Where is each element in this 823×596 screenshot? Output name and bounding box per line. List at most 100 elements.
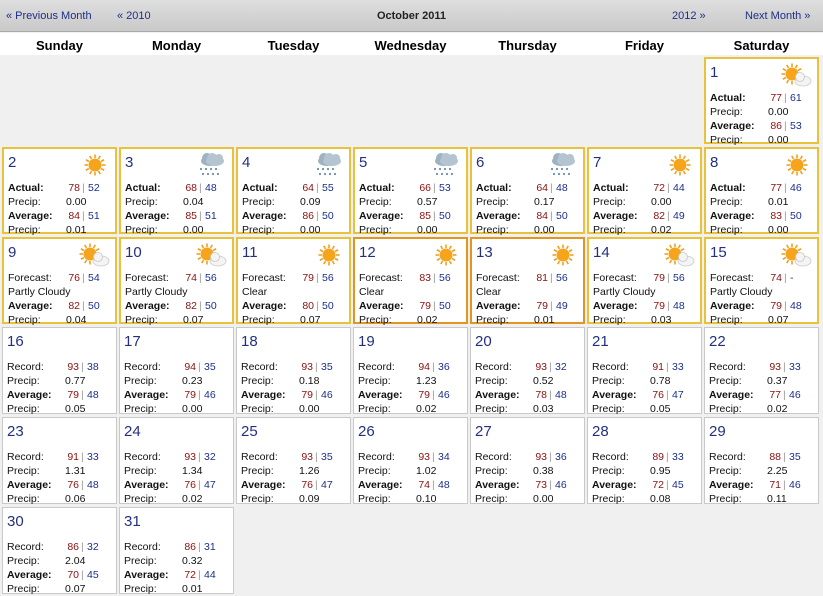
day-cell[interactable]: 30 Record: 86 | 32 Precip: 2.04 Average: 70 | 45 Pr… — [2, 507, 117, 595]
day-cell[interactable]: 12 Forecast: 83 | 56 Clear Average: 79 | 50 Precip… — [353, 237, 468, 326]
precip-value: 0.04 — [183, 196, 204, 208]
high-temp: 77 — [769, 389, 781, 401]
temp-separator: | — [82, 182, 85, 194]
weather-row: Average: 80 | 50 — [242, 300, 350, 313]
day-cell[interactable]: 4 Actual: 64 | 55 Precip: 0.09 Average: 86 | 50 Pre… — [236, 147, 351, 237]
day-cell[interactable]: 23 Record: 91 | 33 Precip: 1.31 Average: 76 | 48 Pr… — [2, 417, 117, 505]
row-label: Record: — [124, 541, 161, 553]
weather-row: Precip: 0.17 — [476, 196, 584, 209]
day-cell[interactable]: 21 Record: 91 | 33 Precip: 0.78 Average: 76 | 47 Pr… — [587, 327, 702, 415]
low-temp: 53 — [790, 120, 802, 132]
weather-row: Forecast: 74 | - — [710, 272, 818, 285]
low-temp: 36 — [438, 361, 450, 373]
next-year-link[interactable]: 2012 » — [672, 10, 706, 22]
precip-value: 0.06 — [65, 493, 86, 505]
weather-row: Actual: 78 | 52 — [8, 182, 116, 195]
weather-row: Forecast: 74 | 56 — [125, 272, 233, 285]
weather-row: Partly Cloudy — [125, 286, 233, 299]
weather-row: Precip: 0.00 — [242, 224, 350, 237]
precip-value: 2.25 — [767, 465, 788, 477]
day-cell[interactable]: 22 Record: 93 | 33 Precip: 0.37 Average: 77 | 46 Pr… — [704, 327, 819, 415]
precip-value: 0.02 — [417, 314, 438, 326]
temp-separator: | — [315, 361, 318, 373]
row-label: Precip: — [242, 196, 275, 208]
day-cell[interactable]: 2 Actual: 78 | 52 Precip: 0.00 Average: 84 | 51 Pre… — [2, 147, 117, 236]
day-cell[interactable]: 31 Record: 86 | 31 Precip: 0.32 Average: 72 | 44 Pr… — [119, 507, 234, 595]
high-temp: 74 — [770, 272, 782, 284]
row-label: Precip: — [592, 465, 625, 477]
weather-row: Average: 83 | 50 — [710, 210, 818, 223]
day-number: 6 — [476, 154, 485, 171]
precip-value: 0.03 — [533, 403, 554, 415]
weather-row: Record: 91 | 33 — [592, 361, 700, 374]
temp-separator: | — [81, 569, 84, 581]
weather-row: Record: 94 | 36 — [358, 361, 466, 374]
day-cell[interactable]: 7 Actual: 72 | 44 Precip: 0.00 Average: 82 | 49 Pre… — [587, 147, 702, 236]
day-number: 10 — [125, 244, 142, 261]
low-temp: 48 — [556, 182, 568, 194]
weekday-label: Tuesday — [267, 38, 320, 53]
temp-separator: | — [549, 361, 552, 373]
row-label: Average: — [358, 479, 403, 491]
weather-row: Average: 79 | 46 — [241, 389, 349, 402]
day-cell[interactable]: 10 Forecast: 74 | 56 Partly Cloudy Average: 82 |… — [119, 237, 234, 326]
weather-row: Forecast: 79 | 56 — [242, 272, 350, 285]
weekday-label: Saturday — [733, 38, 790, 53]
high-temp: 79 — [302, 272, 314, 284]
row-label: Precip: — [475, 403, 508, 415]
day-cell[interactable]: 13 Forecast: 81 | 56 Clear Average: 79 | 49 Precip… — [470, 237, 585, 326]
day-cell[interactable]: 27 Record: 93 | 36 Precip: 0.38 Average: 73 | 46 Pr… — [470, 417, 585, 506]
weather-row: Record: 93 | 34 — [358, 451, 466, 464]
rain-icon — [199, 153, 224, 176]
day-cell[interactable]: 9 Forecast: 76 | 54 Partly Cloudy Average: 82 | 5… — [2, 237, 117, 326]
high-temp: 66 — [419, 182, 431, 194]
day-cell[interactable]: 28 Record: 89 | 33 Precip: 0.95 Average: 72 | 45 Pr… — [587, 417, 702, 505]
precip-value: 0.04 — [66, 314, 87, 326]
day-cell[interactable]: 20 Record: 93 | 32 Precip: 0.52 Average: 78 | 48 Pr… — [470, 327, 585, 415]
row-label: Forecast: — [359, 272, 403, 284]
weather-row: Precip: 0.00 — [359, 224, 467, 237]
day-cell[interactable]: 18 Record: 93 | 35 Precip: 0.18 Average: 79 | 46 Pr… — [236, 327, 351, 415]
temp-separator: | — [550, 300, 553, 312]
weather-row: Record: 93 | 35 — [241, 451, 349, 464]
temp-separator: | — [432, 361, 435, 373]
temp-separator: | — [550, 210, 553, 222]
precip-value: 0.32 — [182, 555, 203, 567]
day-cell[interactable]: 14 Forecast: 79 | 56 Partly Cloudy Average: 79 |… — [587, 237, 702, 326]
sun-icon — [84, 154, 106, 176]
day-cell[interactable]: 6 Actual: 64 | 48 Precip: 0.17 Average: 84 | 50 Pre… — [470, 147, 585, 236]
day-cell[interactable]: 11 Forecast: 79 | 56 Clear Average: 80 | 50 Precip… — [236, 237, 351, 326]
day-cell[interactable]: 8 Actual: 77 | 46 Precip: 0.01 Average: 83 | 50 Pre… — [704, 147, 819, 236]
high-temp: 94 — [184, 361, 196, 373]
row-label: Precip: — [241, 493, 274, 505]
day-cell[interactable]: 24 Record: 93 | 32 Precip: 1.34 Average: 76 | 47 Pr… — [119, 417, 234, 505]
day-number: 15 — [710, 244, 727, 261]
day-cell[interactable]: 15 Forecast: 74 | - Partly Cloudy Average: 79 | 4… — [704, 237, 819, 326]
day-cell[interactable]: 19 Record: 94 | 36 Precip: 1.23 Average: 79 | 46 Pr… — [353, 327, 468, 415]
row-label: Precip: — [124, 403, 157, 415]
low-temp: 35 — [321, 361, 333, 373]
weather-row: Precip: 0.00 — [475, 493, 583, 506]
day-cell[interactable]: 29 Record: 88 | 35 Precip: 2.25 Average: 71 | 46 Pr… — [704, 417, 819, 505]
next-month-link[interactable]: Next Month » — [745, 10, 810, 22]
day-cell[interactable]: 3 Actual: 68 | 48 Precip: 0.04 Average: 85 | 51 Pre… — [119, 147, 234, 236]
row-label: Actual: — [8, 182, 44, 194]
day-cell[interactable]: 25 Record: 93 | 35 Precip: 1.26 Average: 76 | 47 Pr… — [236, 417, 351, 505]
day-cell[interactable]: 26 Record: 93 | 34 Precip: 1.02 Average: 74 | 48 Pr… — [353, 417, 468, 505]
day-cell[interactable]: 5 Actual: 66 | 53 Precip: 0.57 Average: 85 | 50 Pre… — [353, 147, 468, 237]
day-cell[interactable]: 1 Actual: 77 | 61 Precip: 0.00 Average: 86 | 53 Pre… — [704, 57, 819, 146]
weather-row: Average: 70 | 45 — [7, 569, 115, 582]
high-temp: 79 — [67, 389, 79, 401]
day-number: 17 — [124, 333, 141, 350]
row-label: Record: — [358, 361, 395, 373]
day-cell[interactable]: 16 Record: 93 | 38 Precip: 0.77 Average: 79 | 48 Pr… — [2, 327, 117, 415]
partly-cloudy-icon — [781, 243, 812, 267]
temp-separator: | — [667, 272, 670, 284]
day-cell[interactable]: 17 Record: 94 | 35 Precip: 0.23 Average: 79 | 46 Pr… — [119, 327, 234, 415]
row-label: Precip: — [475, 465, 508, 477]
high-temp: 84 — [536, 210, 548, 222]
temp-separator: | — [433, 182, 436, 194]
low-temp: 46 — [438, 389, 450, 401]
low-temp: 50 — [322, 300, 334, 312]
precip-value: 0.11 — [767, 493, 787, 505]
